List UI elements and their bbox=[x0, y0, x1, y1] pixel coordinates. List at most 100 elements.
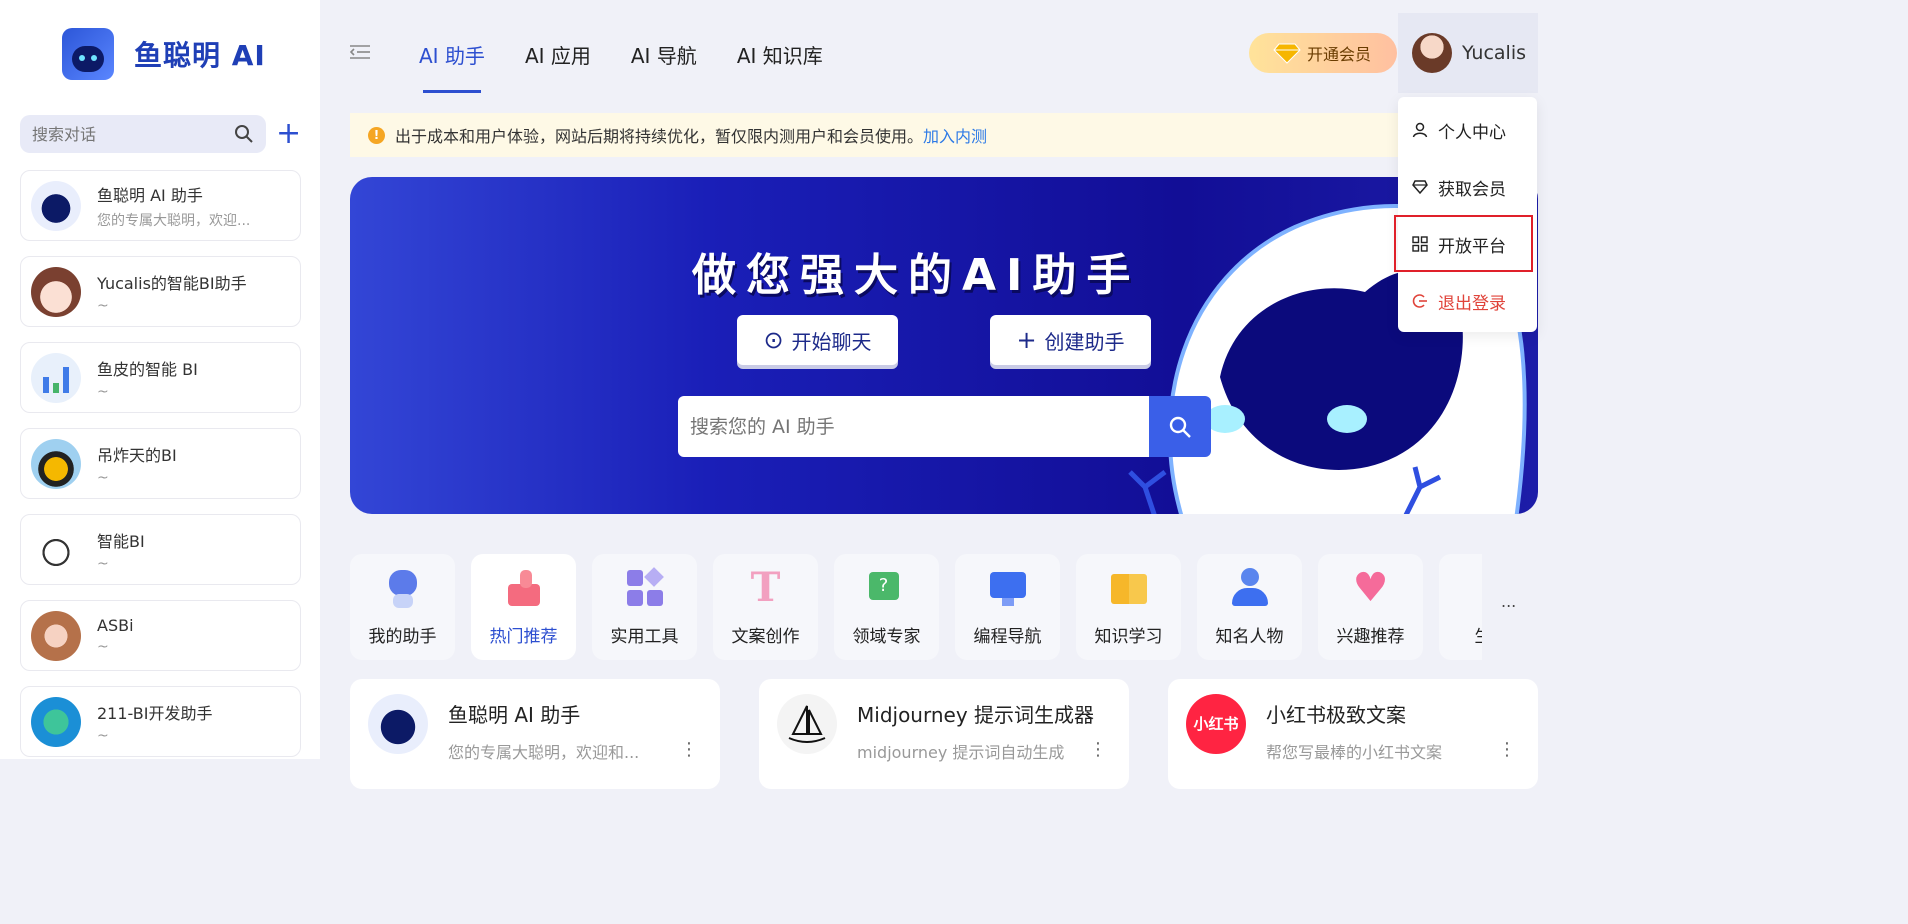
conversation-title: 鱼皮的智能 BI bbox=[97, 359, 198, 379]
conversation-search-input[interactable] bbox=[32, 124, 222, 144]
warning-icon: ! bbox=[368, 126, 385, 144]
conversation-item[interactable]: 211-BI开发助手 ~ bbox=[20, 686, 301, 757]
assistant-search-button[interactable] bbox=[1149, 396, 1211, 457]
card-description: 您的专属大聪明，欢迎和... bbox=[448, 743, 640, 762]
category-label: 文案创作 bbox=[731, 627, 800, 647]
card-description: midjourney 提示词自动生成 bbox=[857, 743, 1065, 762]
category-famous-people[interactable]: 知名人物 bbox=[1197, 554, 1302, 660]
category-label: 编程导航 bbox=[973, 627, 1042, 647]
heart-icon: ♥ bbox=[1352, 565, 1389, 611]
assistant-search-input[interactable] bbox=[678, 415, 1149, 438]
start-chat-button[interactable]: ⊙ 开始聊天 bbox=[737, 315, 898, 365]
diamond-icon bbox=[1273, 43, 1301, 64]
sidebar: 鱼聪明 AI + 鱼聪明 AI 助手您的专属大聪明，欢迎... Yucalis的… bbox=[0, 0, 320, 759]
brand-mascot-icon bbox=[62, 28, 114, 80]
assistant-search-box bbox=[678, 396, 1211, 457]
conversation-item[interactable]: Yucalis的智能BI助手 ~ bbox=[20, 256, 301, 327]
category-experts[interactable]: ? 领域专家 bbox=[834, 554, 939, 660]
duck-avatar bbox=[31, 438, 81, 489]
assistant-card[interactable]: 小红书 小红书极致文案 帮您写最棒的小红书文案 ⋮ bbox=[1168, 679, 1538, 789]
more-options-icon[interactable]: ⋮ bbox=[1498, 739, 1516, 760]
nav-tab-ai-navigation[interactable]: AI 导航 bbox=[631, 40, 697, 69]
menu-item-label: 个人中心 bbox=[1438, 122, 1506, 143]
conversation-subtitle: 您的专属大聪明，欢迎... bbox=[97, 212, 251, 229]
card-title: 鱼聪明 AI 助手 bbox=[448, 703, 581, 727]
collapse-menu-icon[interactable] bbox=[350, 44, 370, 60]
gem-avatar bbox=[31, 696, 81, 747]
category-label: 热门推荐 bbox=[489, 627, 558, 647]
more-options-icon[interactable]: ⋮ bbox=[680, 739, 698, 760]
sailboat-avatar bbox=[777, 694, 837, 754]
conversation-title: 智能BI bbox=[97, 531, 145, 551]
start-chat-label: 开始聊天 bbox=[791, 329, 872, 354]
text-icon: T bbox=[750, 564, 781, 611]
user-menu-trigger[interactable]: Yucalis bbox=[1398, 13, 1538, 93]
conversation-subtitle: ~ bbox=[97, 297, 109, 314]
category-programming[interactable]: 编程导航 bbox=[955, 554, 1060, 660]
conversation-subtitle: ~ bbox=[97, 727, 109, 744]
create-assistant-button[interactable]: + 创建助手 bbox=[990, 315, 1151, 365]
category-label: 知识学习 bbox=[1094, 627, 1163, 647]
highlight-box bbox=[1394, 215, 1533, 272]
conversation-search-row: + bbox=[20, 115, 301, 153]
category-life[interactable]: 生活 bbox=[1439, 554, 1482, 660]
menu-item-logout[interactable]: 退出登录 bbox=[1398, 273, 1537, 329]
category-hot[interactable]: 热门推荐 bbox=[471, 554, 576, 660]
assistant-card[interactable]: Midjourney 提示词生成器 midjourney 提示词自动生成 ⋮ bbox=[759, 679, 1129, 789]
category-tools[interactable]: 实用工具 bbox=[592, 554, 697, 660]
conversation-title: 吊炸天的BI bbox=[97, 445, 177, 465]
category-label: 实用工具 bbox=[610, 627, 679, 647]
top-nav: AI 助手 AI 应用 AI 导航 AI 知识库 bbox=[419, 40, 863, 93]
menu-item-profile[interactable]: 个人中心 bbox=[1398, 102, 1537, 158]
conversation-title: 鱼聪明 AI 助手 bbox=[97, 185, 203, 205]
more-categories-button[interactable]: ... bbox=[1501, 592, 1516, 611]
search-icon bbox=[1169, 416, 1191, 438]
conversation-search-box bbox=[20, 115, 266, 153]
user-icon bbox=[1412, 122, 1428, 138]
conversation-subtitle: ~ bbox=[97, 639, 109, 655]
tools-icon bbox=[623, 566, 667, 610]
conversation-item[interactable]: 鱼聪明 AI 助手您的专属大聪明，欢迎... bbox=[20, 170, 301, 241]
robot-icon bbox=[381, 566, 425, 610]
conversation-item[interactable]: 吊炸天的BI ~ bbox=[20, 428, 301, 499]
category-copywriting[interactable]: T 文案创作 bbox=[713, 554, 818, 660]
user-avatar bbox=[1412, 33, 1452, 73]
open-membership-label: 开通会员 bbox=[1307, 45, 1372, 64]
nav-tab-ai-knowledge[interactable]: AI 知识库 bbox=[737, 40, 823, 69]
nav-tab-ai-assistant[interactable]: AI 助手 bbox=[419, 40, 485, 93]
user-name: Yucalis bbox=[1462, 42, 1527, 64]
user-dropdown-menu: 个人中心 获取会员 开放平台 退出登录 bbox=[1394, 97, 1537, 332]
open-membership-button[interactable]: 开通会员 bbox=[1249, 33, 1397, 73]
category-label: 生活 bbox=[1475, 622, 1483, 647]
brand-logo[interactable]: 鱼聪明 AI bbox=[62, 28, 266, 80]
search-icon[interactable] bbox=[234, 124, 254, 144]
menu-item-get-membership[interactable]: 获取会员 bbox=[1398, 159, 1537, 215]
banner-title: 做您强大的AI助手 bbox=[692, 250, 1141, 301]
conversation-item[interactable]: ASBi ~ bbox=[20, 600, 301, 671]
conversation-title: ASBi bbox=[97, 616, 134, 635]
hero-banner: 做您强大的AI助手 ⊙ 开始聊天 + 创建助手 bbox=[350, 177, 1538, 514]
category-label: 领域专家 bbox=[852, 627, 921, 647]
card-description: 帮您写最棒的小红书文案 bbox=[1266, 743, 1443, 762]
assistant-card[interactable]: 鱼聪明 AI 助手 您的专属大聪明，欢迎和... ⋮ bbox=[350, 679, 720, 789]
person-icon bbox=[1228, 566, 1272, 610]
nav-tab-ai-apps[interactable]: AI 应用 bbox=[525, 40, 591, 69]
conversation-subtitle: ~ bbox=[97, 469, 109, 486]
conversation-item[interactable]: 智能BI ~ bbox=[20, 514, 301, 585]
logout-icon bbox=[1412, 294, 1427, 308]
card-title: Midjourney 提示词生成器 bbox=[857, 703, 1095, 727]
diamond-icon bbox=[1412, 180, 1428, 195]
join-beta-link[interactable]: 加入内测 bbox=[923, 123, 987, 147]
more-options-icon[interactable]: ⋮ bbox=[1089, 739, 1107, 760]
girl-avatar bbox=[31, 610, 81, 661]
category-label: 我的助手 bbox=[368, 627, 437, 647]
category-my-assistants[interactable]: 我的助手 bbox=[350, 554, 455, 660]
mascot-avatar bbox=[31, 180, 81, 231]
conversation-item[interactable]: 鱼皮的智能 BI ~ bbox=[20, 342, 301, 413]
category-interests[interactable]: ♥ 兴趣推荐 bbox=[1318, 554, 1423, 660]
thumbs-up-icon bbox=[502, 566, 546, 610]
new-conversation-button[interactable]: + bbox=[276, 119, 301, 149]
book-icon bbox=[1107, 566, 1151, 610]
notice-text: 出于成本和用户体验，网站后期将持续优化，暂仅限内测用户和会员使用。 bbox=[395, 127, 924, 146]
category-learning[interactable]: 知识学习 bbox=[1076, 554, 1181, 660]
